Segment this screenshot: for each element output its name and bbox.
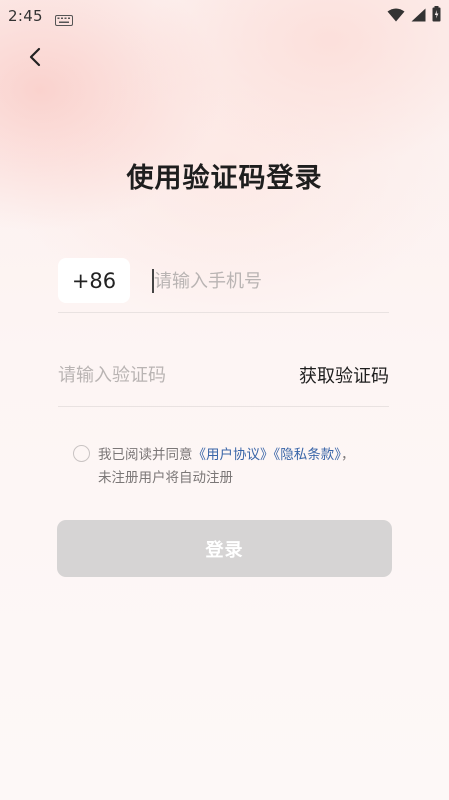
- agreement-prefix: 我已阅读并同意: [98, 447, 193, 463]
- login-button[interactable]: 登录: [57, 520, 392, 577]
- phone-input[interactable]: [148, 262, 383, 300]
- agreement-checkbox[interactable]: [73, 445, 90, 462]
- get-code-button[interactable]: 获取验证码: [299, 362, 389, 388]
- chevron-left-icon: [28, 47, 42, 71]
- keyboard-icon: [54, 11, 73, 26]
- signal-icon: [411, 7, 426, 26]
- back-button[interactable]: [20, 44, 50, 74]
- auto-register-note: 未注册用户将自动注册: [98, 470, 233, 486]
- verification-code-input[interactable]: [58, 356, 258, 394]
- privacy-policy-link[interactable]: 《隐私条款》: [274, 447, 342, 463]
- agreement-text: 我已阅读并同意《用户协议》《隐私条款》， 未注册用户将自动注册: [98, 444, 355, 490]
- battery-icon: [432, 6, 441, 26]
- agreement-row: 我已阅读并同意《用户协议》《隐私条款》， 未注册用户将自动注册: [73, 444, 403, 490]
- status-bar: 2:45: [0, 0, 449, 32]
- status-time: 2:45: [8, 7, 43, 25]
- wifi-icon: [387, 7, 405, 26]
- status-icons: [387, 6, 441, 26]
- code-field-row: 获取验证码: [58, 352, 389, 407]
- country-code-selector[interactable]: +86: [58, 258, 130, 303]
- user-agreement-link[interactable]: 《用户协议》: [193, 447, 274, 463]
- agreement-comma: ，: [341, 447, 355, 463]
- phone-field-row: +86: [58, 258, 389, 313]
- page-title: 使用验证码登录: [126, 163, 323, 194]
